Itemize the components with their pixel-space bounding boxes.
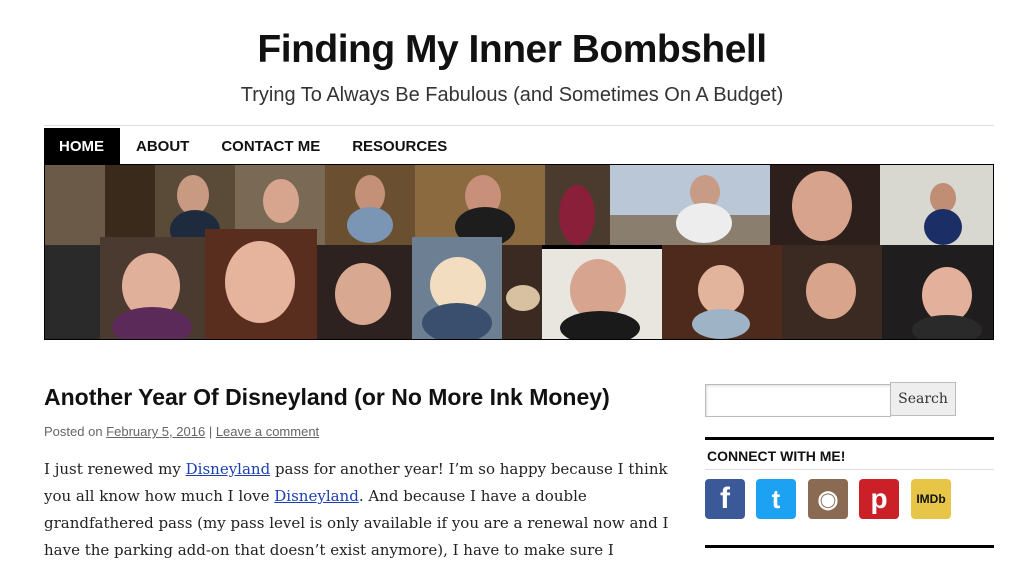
post-content: I just renewed my Disneyland pass for an… [44,456,674,564]
pinterest-icon[interactable]: p [859,479,899,519]
post-meta-prefix: Posted on [44,424,103,439]
header-photo-collage [44,164,994,340]
twitter-glyph: t [771,483,781,514]
post-meta: Posted on February 5, 2016 | Leave a com… [44,424,319,439]
nav-item-about[interactable]: ABOUT [120,128,205,164]
site-title[interactable]: Finding My Inner Bombshell [0,28,1024,72]
pinterest-glyph: p [870,483,888,514]
disneyland-link[interactable]: Disneyland [274,487,359,505]
instagram-icon[interactable]: ◉ [808,479,848,519]
facebook-glyph: f [720,482,730,515]
disneyland-link[interactable]: Disneyland [186,460,271,478]
site-description: Trying To Always Be Fabulous (and Someti… [240,84,784,106]
instagram-glyph: ◉ [817,485,839,513]
nav-item-resources[interactable]: RESOURCES [336,128,463,164]
connect-widget-title: CONNECT WITH ME! [707,448,846,464]
facebook-icon[interactable]: f [705,479,745,519]
post-meta-separator: | [208,424,213,439]
post-text-segment: I just renewed my [44,460,186,478]
twitter-icon[interactable]: t [756,479,796,519]
nav-item-home[interactable]: HOME [44,128,120,164]
leave-comment-link[interactable]: Leave a comment [216,424,319,439]
imdb-glyph: IMDb [916,492,946,506]
header-divider [44,125,994,126]
imdb-icon[interactable]: IMDb [911,479,951,519]
nav-item-contact[interactable]: CONTACT ME [205,128,336,164]
widget-title-divider [705,469,994,470]
widget-divider [705,437,994,440]
post-date-link[interactable]: February 5, 2016 [106,424,205,439]
search-input[interactable] [705,384,891,417]
post-title[interactable]: Another Year Of Disneyland (or No More I… [44,384,610,411]
widget-divider-bottom [705,545,994,548]
search-button[interactable]: Search [890,382,956,416]
main-navigation: HOME ABOUT CONTACT ME RESOURCES [44,128,994,164]
